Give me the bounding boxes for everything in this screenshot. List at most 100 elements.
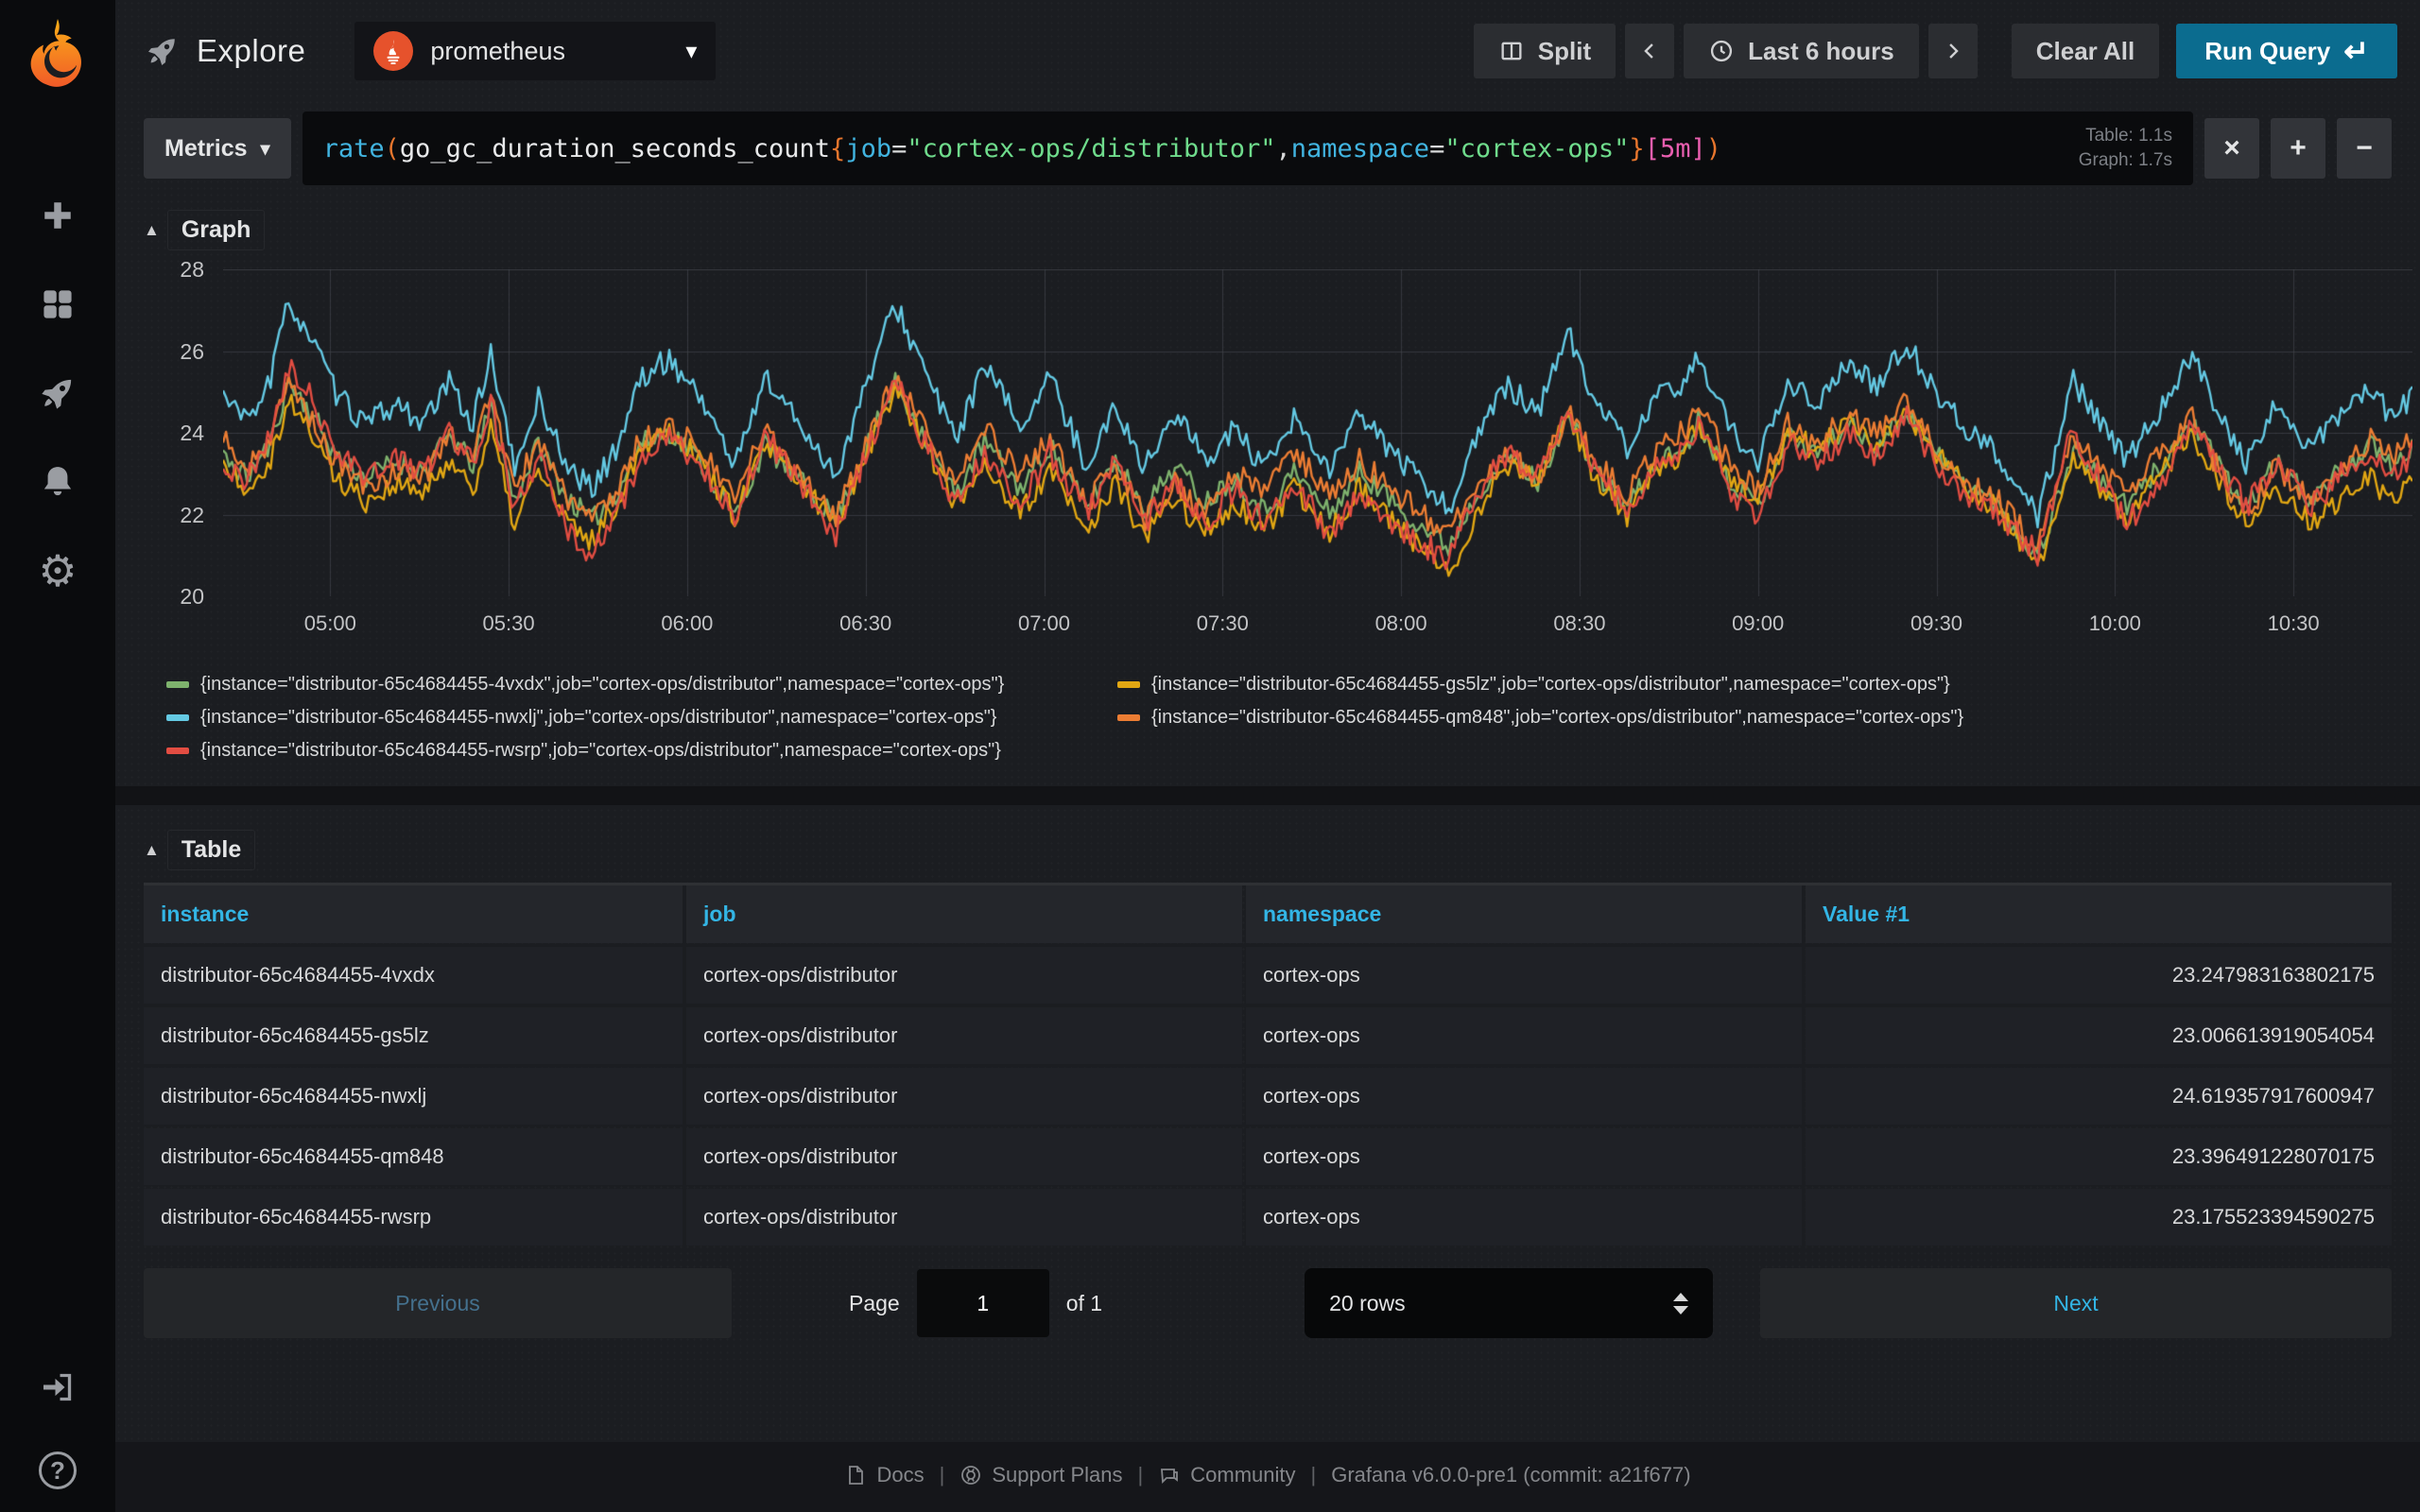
datasource-picker[interactable]: prometheus ▾ xyxy=(354,22,717,80)
collapse-query-button[interactable]: − xyxy=(2337,118,2392,179)
datasource-name: prometheus xyxy=(430,36,565,65)
y-axis-tick-label: 20 xyxy=(180,584,204,609)
rows-per-page-select[interactable]: 20 rows xyxy=(1305,1268,1714,1338)
column-header[interactable]: Value #1 xyxy=(1806,885,2392,943)
prometheus-icon xyxy=(373,31,414,71)
x-axis-tick-label: 05:30 xyxy=(482,611,535,635)
table-row: distributor-65c4684455-rwsrp cortex-ops/d… xyxy=(144,1189,2392,1246)
section-divider xyxy=(115,786,2420,805)
chevron-left-icon xyxy=(1644,43,1653,59)
chevron-down-icon: ▾ xyxy=(685,38,698,64)
column-header[interactable]: instance xyxy=(144,885,683,943)
table-cell: cortex-ops xyxy=(1246,947,1802,1004)
version-text: Grafana v6.0.0-pre1 (commit: a21f677) xyxy=(1331,1463,1691,1486)
query-expression: rate(go_gc_duration_seconds_count{job="c… xyxy=(322,133,1721,163)
table-pagination: Previous Page of 1 20 rows Next xyxy=(115,1268,2420,1338)
x-axis-tick-label: 08:30 xyxy=(1553,611,1606,635)
legend-color-marker xyxy=(166,681,189,688)
table-cell: cortex-ops xyxy=(1246,1068,1802,1125)
sidebar-nav: ⚙ xyxy=(37,195,78,593)
graph-section-title: Graph xyxy=(166,210,266,250)
legend-item[interactable]: {instance="distributor-65c4684455-gs5lz"… xyxy=(1117,674,2392,696)
chevron-down-icon: ▾ xyxy=(260,138,270,160)
legend-item[interactable]: {instance="distributor-65c4684455-nwxlj"… xyxy=(166,707,1117,729)
table-cell: cortex-ops/distributor xyxy=(686,1128,1242,1185)
add-query-button[interactable]: + xyxy=(2271,118,2325,179)
alerting-bell-icon[interactable] xyxy=(37,461,78,503)
graph-canvas[interactable] xyxy=(223,269,2412,596)
next-page-button[interactable]: Next xyxy=(1760,1268,2392,1338)
metrics-dropdown-button[interactable]: Metrics ▾ xyxy=(144,118,291,179)
legend-item[interactable]: {instance="distributor-65c4684455-qm848"… xyxy=(1117,707,2392,729)
x-axis-tick-label: 06:00 xyxy=(661,611,714,635)
x-axis-tick-label: 10:00 xyxy=(2088,611,2141,635)
table-cell: cortex-ops/distributor xyxy=(686,947,1242,1004)
remove-query-button[interactable]: × xyxy=(2204,118,2259,179)
graph-section-header[interactable]: ▲ Graph xyxy=(144,210,2392,250)
table-cell: distributor-65c4684455-nwxlj xyxy=(144,1068,683,1125)
time-range-picker[interactable]: Last 6 hours xyxy=(1684,24,1919,78)
table-section: ▲ Table instance job namespace Value #1 dist… xyxy=(115,805,2420,1246)
grafana-logo-icon[interactable] xyxy=(17,15,98,96)
table-cell: distributor-65c4684455-rwsrp xyxy=(144,1189,683,1246)
legend-color-marker xyxy=(1117,681,1140,688)
clock-icon xyxy=(1711,40,1733,62)
enter-key-icon: ↵ xyxy=(2343,34,2369,68)
legend-label: {instance="distributor-65c4684455-gs5lz"… xyxy=(1151,674,1950,695)
configuration-gear-icon[interactable]: ⚙ xyxy=(37,549,78,593)
sidebar: ⚙ ? xyxy=(0,0,115,1512)
comment-icon xyxy=(1161,1469,1179,1485)
table-cell: 23.247983163802175 xyxy=(1806,947,2392,1004)
create-plus-icon[interactable] xyxy=(37,195,78,236)
select-arrows-icon xyxy=(1673,1292,1689,1314)
legend-label: {instance="distributor-65c4684455-4vxdx"… xyxy=(200,674,1005,695)
legend-label: {instance="distributor-65c4684455-rwsrp"… xyxy=(200,740,1001,761)
top-nav-actions: Split Last 6 hours Clear All Run Query ↵ xyxy=(1473,24,2397,78)
legend-item[interactable]: {instance="distributor-65c4684455-4vxdx"… xyxy=(166,674,1117,696)
explore-rocket-icon[interactable] xyxy=(37,372,78,414)
clear-all-button[interactable]: Clear All xyxy=(2011,24,2160,78)
document-icon xyxy=(849,1466,864,1485)
legend-color-marker xyxy=(166,714,189,721)
sign-in-icon[interactable] xyxy=(37,1366,78,1408)
docs-link[interactable]: Docs xyxy=(844,1463,925,1487)
x-axis-tick-label: 07:00 xyxy=(1017,611,1071,635)
results-table: instance job namespace Value #1 distributor-… xyxy=(144,885,2392,1246)
table-row: distributor-65c4684455-nwxlj cortex-ops/d… xyxy=(144,1068,2392,1125)
footer: Docs | Support Plans | Community | Grafa… xyxy=(115,1442,2420,1512)
legend-color-marker xyxy=(1117,714,1140,721)
legend-item[interactable]: {instance="distributor-65c4684455-rwsrp"… xyxy=(166,740,1117,762)
table-cell: 23.396491228070175 xyxy=(1806,1128,2392,1185)
table-row: distributor-65c4684455-qm848 cortex-ops/d… xyxy=(144,1128,2392,1185)
table-cell: 24.619357917600947 xyxy=(1806,1068,2392,1125)
graph-section: ▲ Graph 20 22 24 26 28 05:00 05:30 06:00 06:30 0… xyxy=(115,185,2420,762)
y-axis-tick-label: 24 xyxy=(180,421,204,445)
table-section-header[interactable]: ▲ Table xyxy=(144,830,2392,870)
column-header[interactable]: job xyxy=(686,885,1242,943)
dashboards-grid-icon[interactable] xyxy=(37,284,78,325)
y-axis-tick-label: 22 xyxy=(180,502,204,527)
column-header[interactable]: namespace xyxy=(1246,885,1802,943)
query-timings: Table: 1.1s Graph: 1.7s xyxy=(2060,124,2172,172)
run-query-button[interactable]: Run Query ↵ xyxy=(2176,24,2397,78)
collapse-triangle-icon: ▲ xyxy=(144,220,160,239)
legend-label: {instance="distributor-65c4684455-nwxlj"… xyxy=(200,707,997,728)
x-axis-tick-label: 05:00 xyxy=(303,611,356,635)
x-axis-tick-label: 08:00 xyxy=(1374,611,1427,635)
page-number-input[interactable] xyxy=(916,1269,1049,1337)
table-cell: cortex-ops/distributor xyxy=(686,1007,1242,1064)
time-forward-button[interactable] xyxy=(1927,24,1978,78)
table-cell: distributor-65c4684455-qm848 xyxy=(144,1128,683,1185)
page-of-label: of 1 xyxy=(1065,1290,1103,1315)
time-back-button[interactable] xyxy=(1625,24,1675,78)
previous-page-button[interactable]: Previous xyxy=(144,1268,732,1338)
y-axis-tick-label: 28 xyxy=(180,257,204,282)
split-button[interactable]: Split xyxy=(1473,24,1616,78)
help-icon[interactable]: ? xyxy=(37,1450,78,1491)
table-cell: cortex-ops xyxy=(1246,1189,1802,1246)
page-indicator: Page of 1 xyxy=(849,1269,1102,1337)
support-plans-link[interactable]: Support Plans xyxy=(959,1463,1123,1487)
query-input[interactable]: rate(go_gc_duration_seconds_count{job="c… xyxy=(302,112,2193,185)
community-link[interactable]: Community xyxy=(1158,1463,1296,1487)
table-cell: cortex-ops/distributor xyxy=(686,1068,1242,1125)
